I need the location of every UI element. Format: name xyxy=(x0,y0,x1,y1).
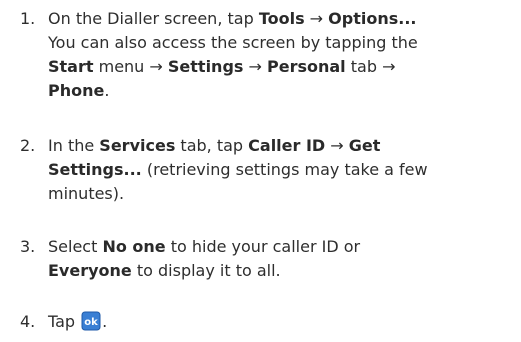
bold-term: Services xyxy=(99,136,176,155)
bold-term: Settings xyxy=(167,57,244,76)
text-run: tab → xyxy=(345,57,396,76)
step-number: 2. xyxy=(20,136,36,155)
text-run: . xyxy=(104,81,110,100)
instruction-document: 1. On the Dialler screen, tap Tools → Op… xyxy=(0,0,521,342)
text-run: . xyxy=(102,312,108,331)
step-number: 3. xyxy=(20,237,36,256)
bold-term: Phone xyxy=(48,81,105,100)
step-number: 1. xyxy=(20,9,36,28)
bold-term: Everyone xyxy=(48,261,132,280)
step-number: 4. xyxy=(20,312,36,331)
bold-term: Get xyxy=(348,136,381,155)
bold-term: No one xyxy=(102,237,166,256)
step-text: Select No one to hide your caller ID or E… xyxy=(48,235,508,283)
text-run: menu → xyxy=(93,57,168,76)
text-run: In the xyxy=(48,136,100,155)
text-run: to display it to all. xyxy=(131,261,281,280)
text-run: → xyxy=(243,57,267,76)
text-run: tab, tap xyxy=(175,136,249,155)
bold-term: Caller ID xyxy=(248,136,326,155)
step-text: Tap ok. xyxy=(48,310,508,334)
text-run: On the Dialler screen, tap xyxy=(48,9,259,28)
bold-term: Tools xyxy=(258,9,305,28)
bold-term: Options... xyxy=(328,9,417,28)
text-run: → xyxy=(325,136,349,155)
svg-text:ok: ok xyxy=(84,317,98,328)
step-text: On the Dialler screen, tap Tools → Optio… xyxy=(48,7,508,103)
text-run: → xyxy=(304,9,329,28)
text-run: Select xyxy=(48,237,103,256)
text-run: Tap xyxy=(48,312,81,331)
text-run: to hide your caller ID or xyxy=(165,237,361,256)
text-run: (retrieving settings may take a few xyxy=(141,160,428,179)
ok-icon: ok xyxy=(81,311,101,331)
bold-term: Start xyxy=(48,57,94,76)
text-run: You can also access the screen by tappin… xyxy=(48,33,418,52)
bold-term: Settings... xyxy=(48,160,142,179)
text-run: minutes). xyxy=(48,184,125,203)
bold-term: Personal xyxy=(267,57,346,76)
step-text: In the Services tab, tap Caller ID → Get… xyxy=(48,134,508,206)
